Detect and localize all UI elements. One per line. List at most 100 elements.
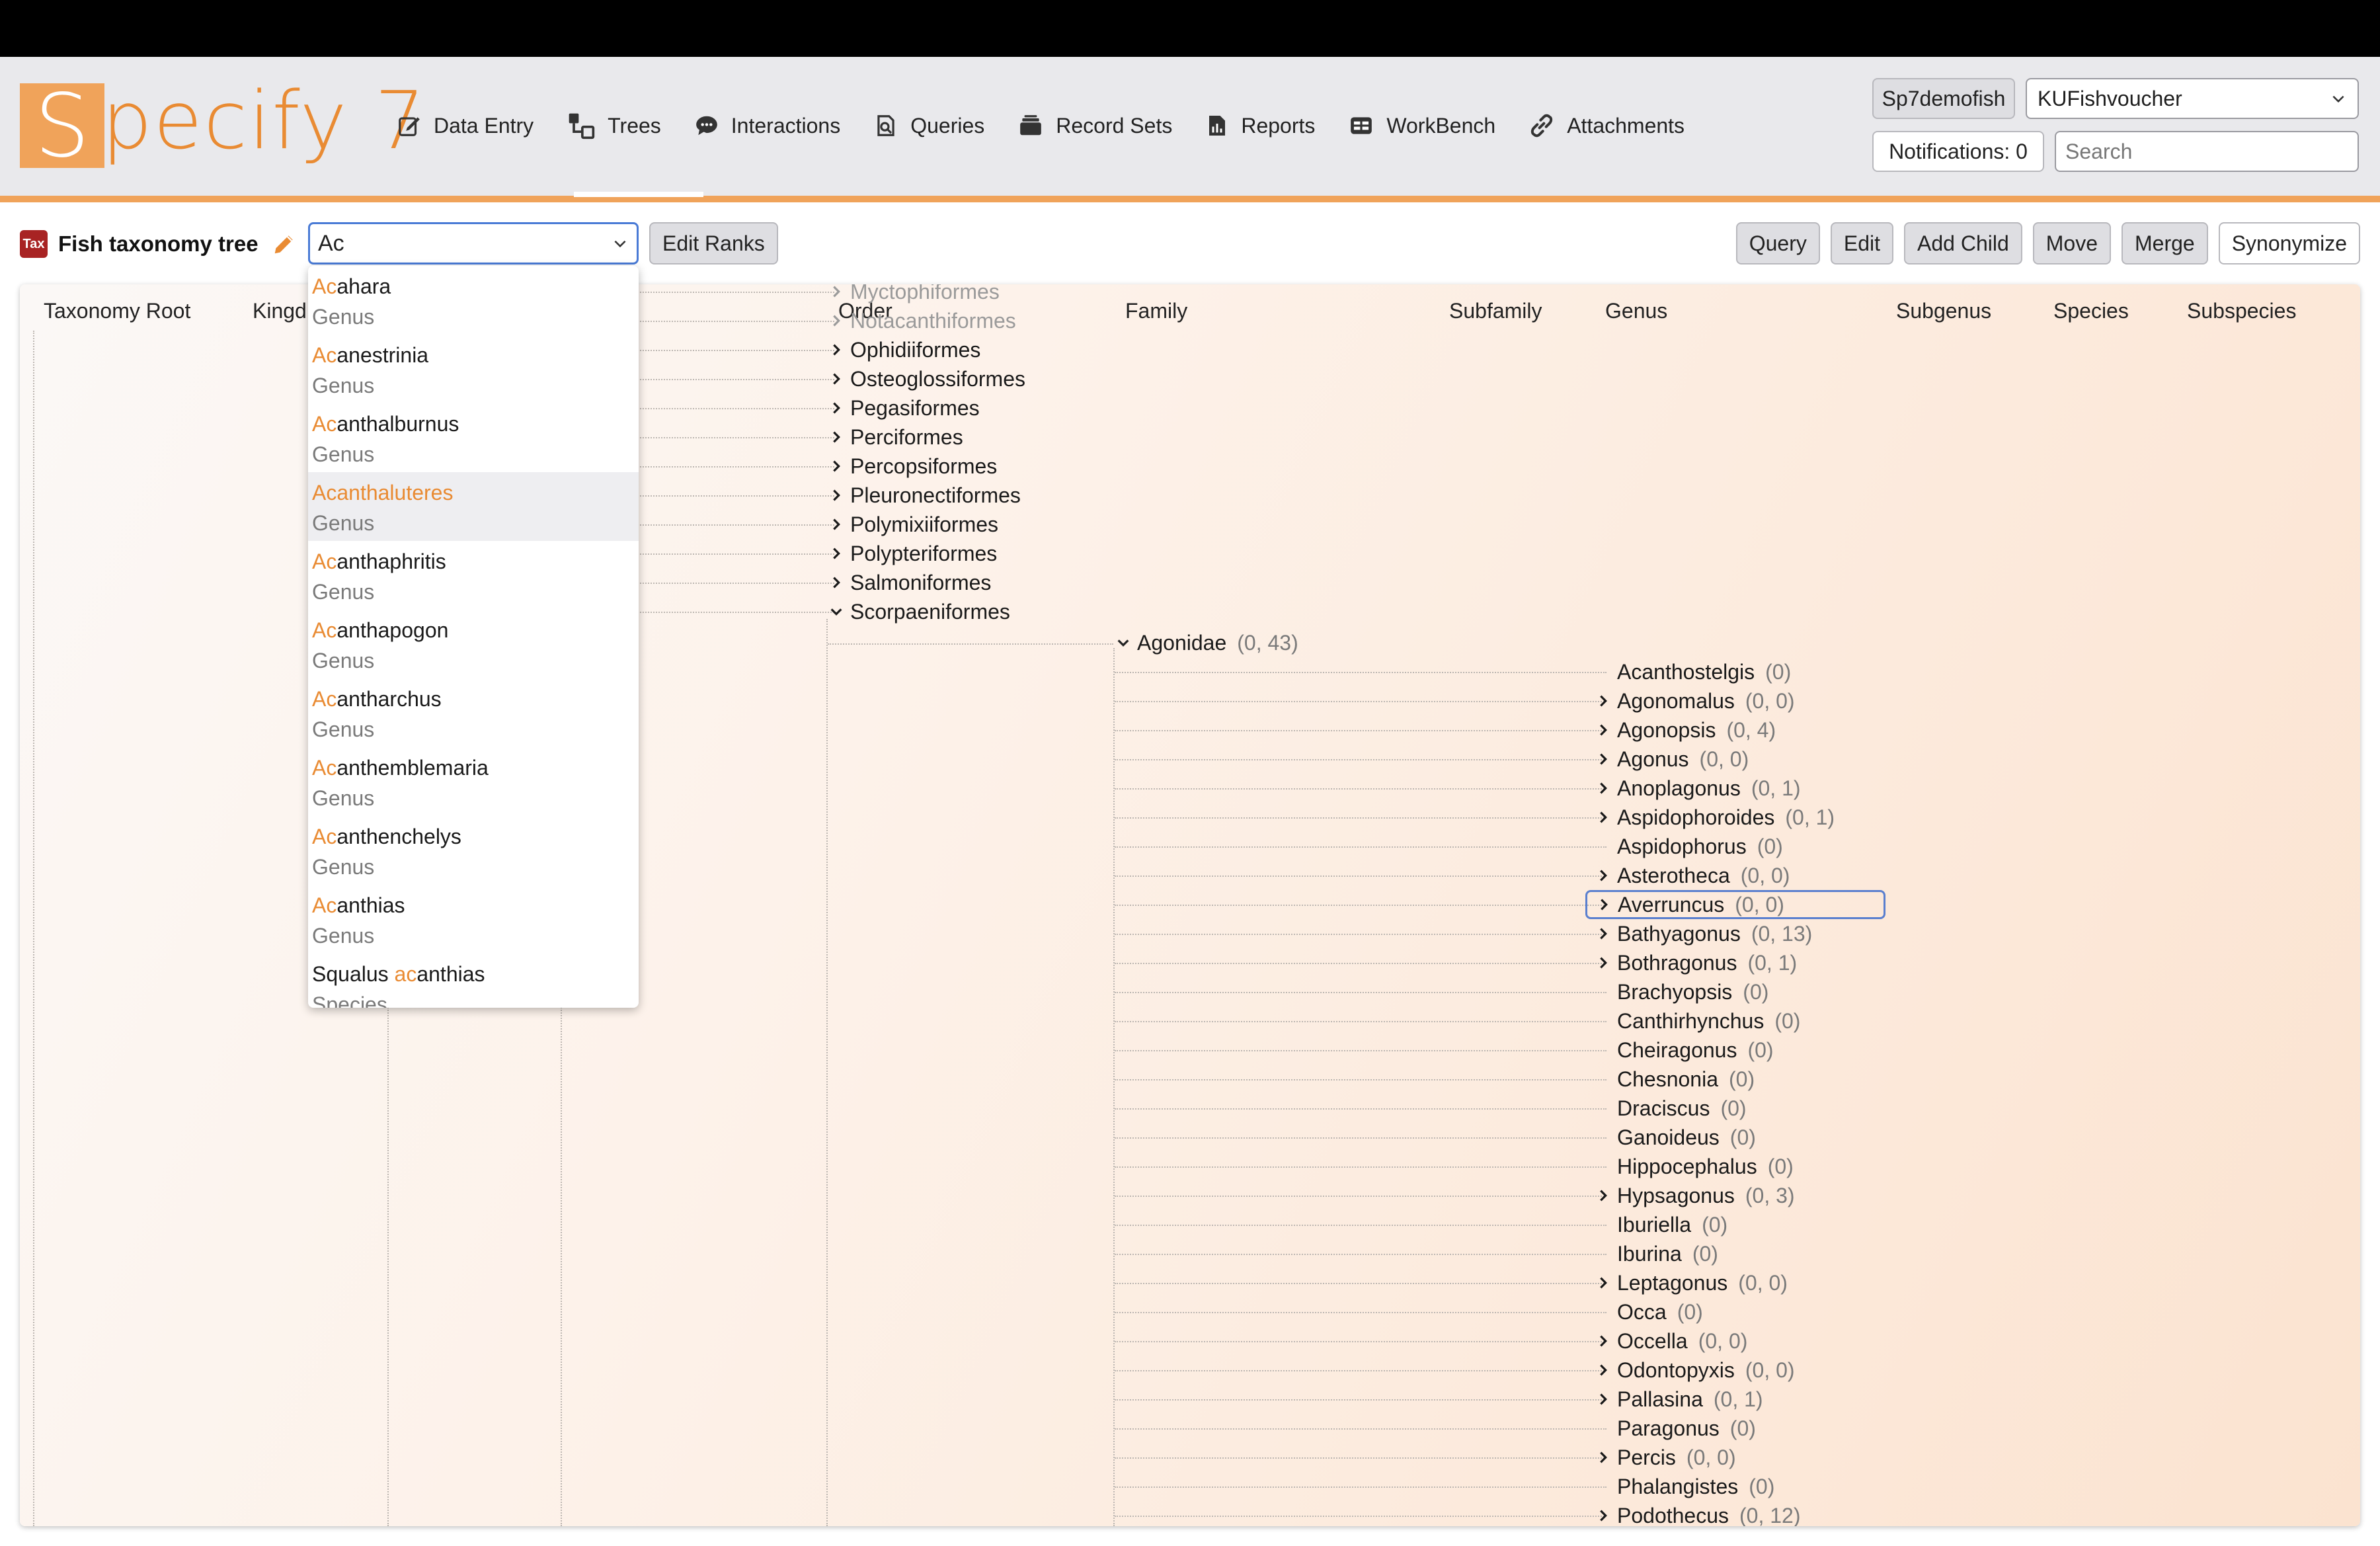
chevron-right-icon[interactable] <box>826 423 846 452</box>
tree-node-genus[interactable]: Percis (0, 0) <box>1593 1443 1736 1472</box>
chevron-right-icon[interactable] <box>1593 1443 1613 1472</box>
chevron-right-icon[interactable] <box>1593 861 1613 890</box>
nav-interactions[interactable]: Interactions <box>694 99 840 152</box>
nav-trees[interactable]: Trees <box>567 99 661 152</box>
chevron-right-icon[interactable] <box>826 364 846 393</box>
chevron-right-icon[interactable] <box>1593 803 1613 832</box>
tree-node-order[interactable]: Pleuronectiformes <box>826 481 1021 510</box>
chevron-right-icon[interactable] <box>1593 745 1613 774</box>
tree-node-genus[interactable]: Bathyagonus (0, 13) <box>1593 919 1812 948</box>
nav-reports[interactable]: Reports <box>1205 99 1315 152</box>
tree-node-order[interactable]: Notacanthiformes <box>826 306 1016 335</box>
tree-node-genus[interactable]: Pallasina (0, 1) <box>1593 1385 1763 1414</box>
tree-node-genus[interactable]: Occa (0) <box>1593 1297 1703 1326</box>
nav-data-entry[interactable]: Data Entry <box>397 99 534 152</box>
tree-node-genus[interactable]: Occella (0, 0) <box>1593 1326 1747 1356</box>
tree-node-genus[interactable]: Iburina (0) <box>1593 1239 1718 1268</box>
edit-button[interactable]: Edit <box>1830 222 1893 264</box>
tree-node-genus[interactable]: Aspidophorus (0) <box>1593 832 1783 861</box>
tree-node-order[interactable]: Myctophiformes <box>826 284 1000 306</box>
edit-ranks-button[interactable]: Edit Ranks <box>649 222 778 264</box>
tree-node-genus[interactable]: Anoplagonus (0, 1) <box>1593 774 1801 803</box>
add-child-button[interactable]: Add Child <box>1904 222 2022 264</box>
tree-node-order[interactable]: Pegasiformes <box>826 393 980 423</box>
query-button[interactable]: Query <box>1735 222 1820 264</box>
tree-node-genus[interactable]: Agonus (0, 0) <box>1593 745 1749 774</box>
pencil-icon[interactable] <box>272 231 297 257</box>
suggestion-item[interactable]: Acanthenchelys Genus <box>308 816 639 885</box>
nav-workbench[interactable]: WorkBench <box>1348 99 1495 152</box>
chevron-down-icon[interactable] <box>826 597 846 626</box>
chevron-right-icon[interactable] <box>1594 890 1614 919</box>
nav-record-sets[interactable]: Record Sets <box>1017 99 1172 152</box>
tree-node-genus[interactable]: Canthirhynchus (0) <box>1593 1006 1800 1036</box>
tree-node-genus[interactable]: Asterotheca (0, 0) <box>1593 861 1790 890</box>
tree-node-genus[interactable]: Hippocephalus (0) <box>1593 1152 1794 1181</box>
chevron-right-icon[interactable] <box>826 284 846 306</box>
nav-attachments[interactable]: Attachments <box>1528 99 1685 152</box>
tree-node-order[interactable]: Scorpaeniformes <box>826 597 1010 626</box>
user-button[interactable]: Sp7demofish <box>1872 78 2015 119</box>
suggestion-item[interactable]: Acanthaphritis Genus <box>308 541 639 610</box>
suggestion-item[interactable]: Acanthalburnus Genus <box>308 403 639 472</box>
tree-node-order[interactable]: Percopsiformes <box>826 452 997 481</box>
suggestion-item[interactable]: Acanthapogon Genus <box>308 610 639 678</box>
chevron-down-icon[interactable] <box>612 235 629 252</box>
chevron-right-icon[interactable] <box>1593 919 1613 948</box>
suggestion-item[interactable]: Acantharchus Genus <box>308 678 639 747</box>
tree-node-genus[interactable]: Aspidophoroides (0, 1) <box>1593 803 1835 832</box>
chevron-right-icon[interactable] <box>826 306 846 335</box>
tree-node-genus[interactable]: Cheiragonus (0) <box>1593 1036 1774 1065</box>
tree-node-order[interactable]: Polypteriformes <box>826 539 997 568</box>
tree-node-genus[interactable]: Agonomalus (0, 0) <box>1593 686 1795 715</box>
tree-node-genus[interactable]: Chesnonia (0) <box>1593 1065 1755 1094</box>
tree-node-genus[interactable]: Phalangistes (0) <box>1593 1472 1774 1501</box>
chevron-right-icon[interactable] <box>826 393 846 423</box>
specify-logo[interactable]: S pecify 7 <box>20 75 425 177</box>
chevron-right-icon[interactable] <box>1593 686 1613 715</box>
tree-node-order[interactable]: Polymixiiformes <box>826 510 998 539</box>
synonymize-button[interactable]: Synonymize <box>2218 222 2360 264</box>
chevron-right-icon[interactable] <box>1593 1501 1613 1526</box>
tree-node-genus[interactable]: Bothragonus (0, 1) <box>1593 948 1797 977</box>
chevron-right-icon[interactable] <box>1593 1326 1613 1356</box>
chevron-right-icon[interactable] <box>826 335 846 364</box>
tree-node-genus[interactable]: Agonopsis (0, 4) <box>1593 715 1776 745</box>
suggestion-item[interactable]: Acanthemblemaria Genus <box>308 747 639 816</box>
chevron-down-icon[interactable] <box>1113 628 1133 657</box>
tree-node-genus[interactable]: Acanthostelgis (0) <box>1593 657 1791 686</box>
tree-node-genus[interactable]: Leptagonus (0, 0) <box>1593 1268 1788 1297</box>
notifications-button[interactable]: Notifications: 0 <box>1872 131 2044 172</box>
global-search-input[interactable]: Search <box>2055 131 2359 172</box>
tree-node-genus[interactable]: Brachyopsis (0) <box>1593 977 1768 1006</box>
suggestion-item[interactable]: Acanthaluteres Genus <box>308 472 639 541</box>
chevron-right-icon[interactable] <box>1593 1181 1613 1210</box>
tree-search-input[interactable]: Ac <box>308 222 639 264</box>
merge-button[interactable]: Merge <box>2122 222 2208 264</box>
tree-node-order[interactable]: Salmoniformes <box>826 568 991 597</box>
tree-node-order[interactable]: Perciformes <box>826 423 963 452</box>
chevron-right-icon[interactable] <box>826 481 846 510</box>
suggestion-item[interactable]: Acanthias Genus <box>308 885 639 954</box>
tree-node-genus[interactable]: Ganoideus (0) <box>1593 1123 1756 1152</box>
chevron-right-icon[interactable] <box>1593 948 1613 977</box>
chevron-right-icon[interactable] <box>826 452 846 481</box>
tree-node-genus[interactable]: Podothecus (0, 12) <box>1593 1501 1801 1526</box>
tree-node-genus[interactable]: Iburiella (0) <box>1593 1210 1727 1239</box>
suggestion-item[interactable]: Squalus acanthias Species <box>308 954 639 1008</box>
chevron-right-icon[interactable] <box>1593 715 1613 745</box>
chevron-right-icon[interactable] <box>826 510 846 539</box>
chevron-right-icon[interactable] <box>1593 1268 1613 1297</box>
tree-node-genus[interactable]: Draciscus (0) <box>1593 1094 1747 1123</box>
move-button[interactable]: Move <box>2032 222 2111 264</box>
chevron-right-icon[interactable] <box>1593 1385 1613 1414</box>
collection-select[interactable]: KUFishvoucher <box>2026 78 2359 119</box>
tree-node-order[interactable]: Osteoglossiformes <box>826 364 1025 393</box>
suggestion-item[interactable]: Acanestrinia Genus <box>308 335 639 403</box>
tree-node-genus[interactable]: Hypsagonus (0, 3) <box>1593 1181 1795 1210</box>
chevron-right-icon[interactable] <box>826 568 846 597</box>
suggestion-item[interactable]: Acahara Genus <box>308 266 639 335</box>
tree-node-genus[interactable]: Odontopyxis (0, 0) <box>1593 1356 1795 1385</box>
chevron-right-icon[interactable] <box>1593 1356 1613 1385</box>
tree-node-order[interactable]: Ophidiiformes <box>826 335 980 364</box>
